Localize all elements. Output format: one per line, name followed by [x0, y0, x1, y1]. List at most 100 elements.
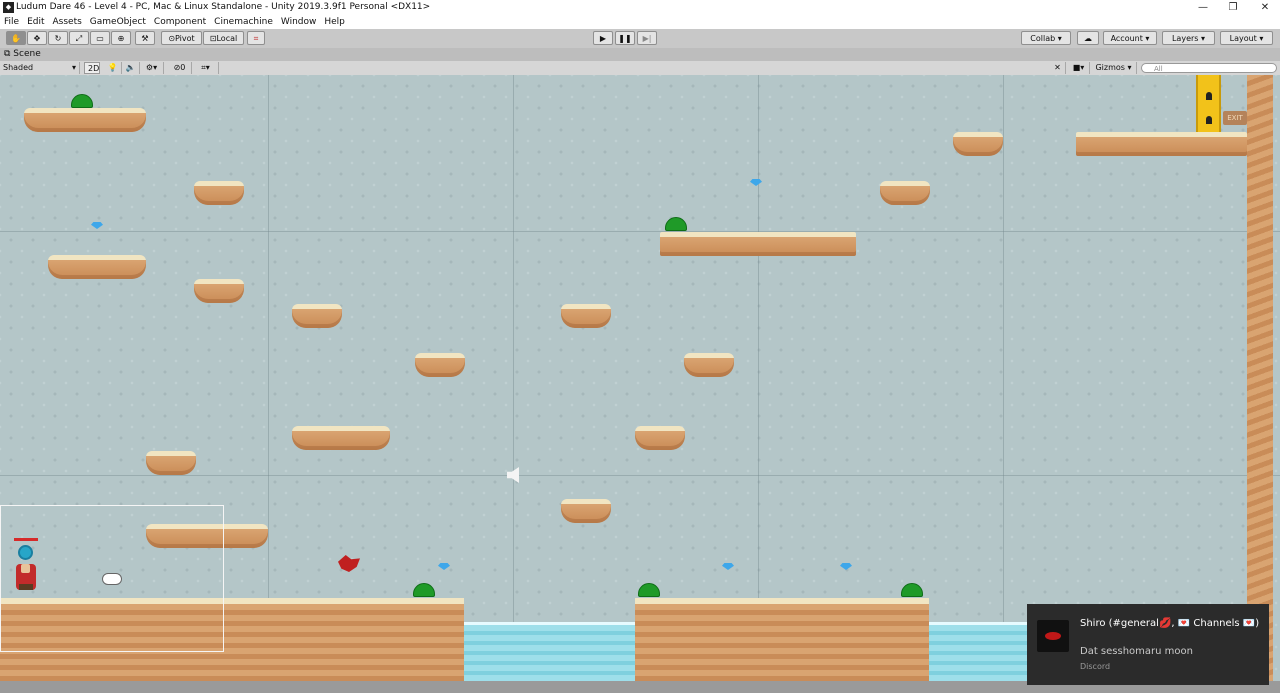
effects-icon[interactable]: ⚙▾	[140, 62, 164, 74]
audio-icon[interactable]: 🔈	[122, 62, 140, 74]
gizmos-dropdown[interactable]: Gizmos ▾	[1091, 62, 1137, 74]
platform[interactable]	[660, 232, 856, 256]
platform[interactable]	[684, 353, 734, 377]
main-toolbar: ✋ ✥ ↻ ⤢ ▭ ⊕ ⚒ ⊙Pivot ⊡Local ⌗ ▶ ❚❚ ▶| Co…	[0, 29, 1280, 49]
keyhole-icon	[1206, 116, 1212, 124]
minimize-button[interactable]: —	[1188, 0, 1218, 15]
account-dropdown[interactable]: Account ▾	[1103, 31, 1157, 45]
exit-door	[1196, 75, 1221, 132]
notification-title: Shiro (#general💋, 💌 Channels 💌)	[1080, 618, 1260, 629]
title-bar: ◆ Ludum Dare 46 - Level 4 - PC, Mac & Li…	[0, 0, 1280, 15]
platform[interactable]	[24, 108, 146, 132]
platform[interactable]	[292, 304, 342, 328]
shading-dropdown[interactable]: Shaded ▾	[0, 62, 80, 74]
menu-assets[interactable]: Assets	[49, 15, 86, 29]
platform[interactable]	[953, 132, 1003, 156]
scene-tab-bar: ⧉ Scene	[0, 48, 1280, 62]
gem-pickup[interactable]	[91, 222, 103, 229]
rotate-tool-icon[interactable]: ↻	[48, 31, 68, 45]
close-button[interactable]: ✕	[1250, 0, 1280, 15]
layout-dropdown[interactable]: Layout ▾	[1220, 31, 1273, 45]
slime-enemy[interactable]	[71, 94, 93, 108]
search-input[interactable]: All	[1141, 63, 1277, 73]
grid-line	[513, 75, 514, 681]
camera-icon[interactable]: ■▾	[1068, 62, 1090, 74]
platform[interactable]	[194, 181, 244, 205]
keyhole-icon	[1206, 92, 1212, 100]
tools-icon[interactable]: ✕	[1050, 62, 1066, 74]
layers-label: Layers	[1171, 34, 1199, 43]
scene-toolbar: Shaded ▾ 2D 💡 🔈 ⚙▾ ⊘0 ⌗▾ ✕ ■▾ Gizmos ▾ Al…	[0, 61, 1280, 76]
hand-tool-icon[interactable]: ✋	[6, 31, 26, 45]
cloud-icon[interactable]: ☁	[1077, 31, 1099, 45]
scale-tool-icon[interactable]: ⤢	[69, 31, 89, 45]
search-placeholder: All	[1154, 65, 1163, 73]
player-health-bar	[14, 538, 38, 541]
play-button[interactable]: ▶	[593, 31, 613, 45]
grid-snap-icon[interactable]: ⌗	[247, 31, 265, 45]
menu-cinemachine[interactable]: Cinemachine	[210, 15, 277, 29]
notification-app: Discord	[1080, 662, 1111, 671]
collab-dropdown[interactable]: Collab ▾	[1021, 31, 1071, 45]
right-wall	[1247, 75, 1273, 681]
hidden-count: 0	[180, 63, 186, 72]
platform[interactable]	[146, 451, 196, 475]
layout-label: Layout	[1229, 34, 1257, 43]
lighting-icon[interactable]: 💡	[104, 62, 122, 74]
bat-enemy[interactable]	[338, 555, 360, 572]
player-head	[21, 564, 30, 573]
platform[interactable]	[561, 304, 611, 328]
gem-pickup[interactable]	[438, 563, 450, 570]
slime-enemy[interactable]	[665, 217, 687, 231]
shading-label: Shaded	[3, 63, 34, 72]
discord-notification[interactable]: Shiro (#general💋, 💌 Channels 💌) Dat sess…	[1027, 604, 1269, 685]
transform-tool-icon[interactable]: ⊕	[111, 31, 131, 45]
platform[interactable]	[415, 353, 465, 377]
menu-window[interactable]: Window	[277, 15, 321, 29]
slime-enemy[interactable]	[413, 583, 435, 597]
platform[interactable]	[292, 426, 390, 450]
player-boots	[19, 584, 33, 590]
window-title: Ludum Dare 46 - Level 4 - PC, Mac & Linu…	[16, 2, 431, 12]
gem-pickup[interactable]	[840, 563, 852, 570]
menu-edit[interactable]: Edit	[23, 15, 48, 29]
maximize-button[interactable]: ❐	[1218, 0, 1248, 15]
step-button[interactable]: ▶|	[637, 31, 657, 45]
platform[interactable]	[635, 426, 685, 450]
pivot-button[interactable]: ⊙Pivot	[161, 31, 202, 45]
platform[interactable]	[880, 181, 930, 205]
pivot-label: Pivot	[175, 34, 195, 43]
platform[interactable]	[1076, 132, 1247, 156]
tab-scene[interactable]: ⧉ Scene	[4, 48, 41, 61]
scene-viewport[interactable]: EXIT	[0, 75, 1280, 681]
gem-pickup[interactable]	[750, 179, 762, 186]
platform[interactable]	[561, 499, 611, 523]
platform[interactable]	[48, 255, 146, 279]
menu-component[interactable]: Component	[150, 15, 210, 29]
platform[interactable]	[194, 279, 244, 303]
layers-dropdown[interactable]: Layers ▾	[1162, 31, 1215, 45]
local-button[interactable]: ⊡Local	[203, 31, 244, 45]
slime-enemy[interactable]	[901, 583, 923, 597]
gem-pickup[interactable]	[722, 563, 734, 570]
move-tool-icon[interactable]: ✥	[27, 31, 47, 45]
menu-gameobject[interactable]: GameObject	[86, 15, 150, 29]
exit-sign: EXIT	[1223, 111, 1247, 125]
menu-bar: File Edit Assets GameObject Component Ci…	[0, 15, 1280, 29]
custom-tool-icon[interactable]: ⚒	[135, 31, 155, 45]
player-shield-icon	[18, 545, 33, 560]
rect-tool-icon[interactable]: ▭	[90, 31, 110, 45]
grid-icon[interactable]: ⌗▾	[193, 62, 219, 74]
pause-button[interactable]: ❚❚	[615, 31, 635, 45]
grid-line	[0, 231, 1280, 232]
hidden-objects-toggle[interactable]: ⊘0	[168, 62, 192, 74]
grid-line	[1003, 75, 1004, 681]
notification-message: Dat sesshomaru moon	[1080, 646, 1193, 657]
player-character[interactable]	[16, 564, 36, 590]
slime-enemy[interactable]	[638, 583, 660, 597]
menu-help[interactable]: Help	[320, 15, 349, 29]
menu-file[interactable]: File	[0, 15, 23, 29]
mode-2d-toggle[interactable]: 2D	[84, 62, 100, 74]
local-label: Local	[216, 34, 238, 43]
grid-line	[268, 75, 269, 681]
